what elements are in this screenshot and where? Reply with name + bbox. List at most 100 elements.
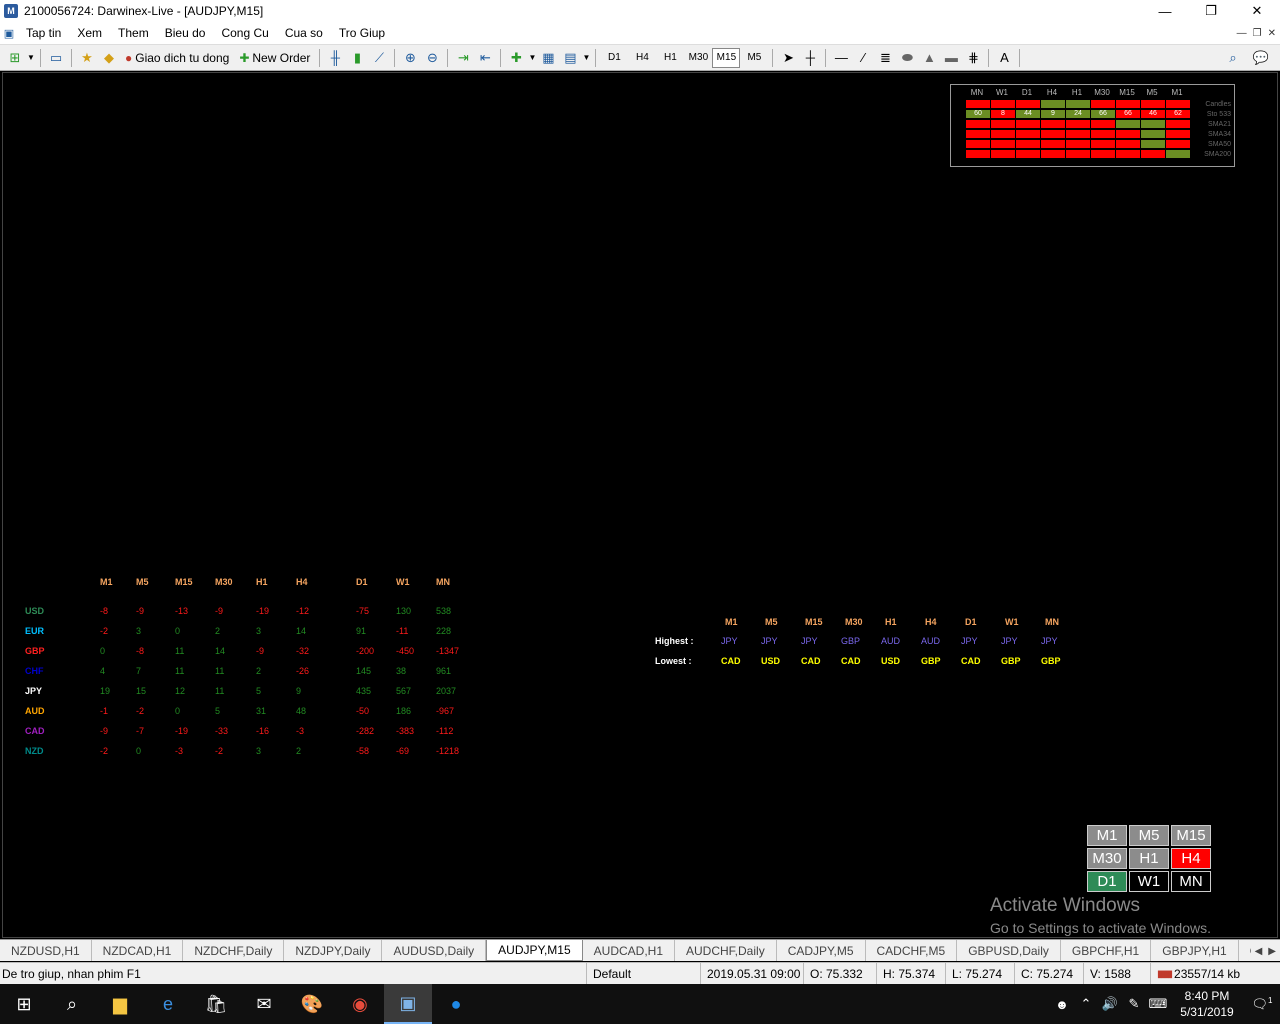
horizontal-line-icon[interactable]: — xyxy=(830,47,852,69)
dropdown-arrow-icon[interactable]: ▼ xyxy=(26,47,36,69)
tf-switch-h1[interactable]: H1 xyxy=(1129,848,1169,869)
tf-button-d1[interactable]: D1 xyxy=(600,48,628,68)
tf-switch-m30[interactable]: M30 xyxy=(1087,848,1127,869)
trendline-icon[interactable]: ⁄ xyxy=(852,47,874,69)
tf-button-m15[interactable]: M15 xyxy=(712,47,741,68)
tf-button-h1[interactable]: H1 xyxy=(656,48,684,68)
chart-window-icon[interactable]: ▣ xyxy=(0,22,18,44)
chart-tab[interactable]: GBPJPY,H1 xyxy=(1151,940,1239,961)
auto-trading-button[interactable]: ● Giao dich tu dong xyxy=(120,47,234,69)
start-icon[interactable]: ⊞ xyxy=(0,984,48,1024)
chart-tab[interactable]: CADCHF,M5 xyxy=(866,940,958,961)
dropdown-arrow-icon[interactable]: ▼ xyxy=(581,47,591,69)
tf-switch-mn[interactable]: MN xyxy=(1171,871,1211,892)
minimize-button[interactable]: — xyxy=(1142,0,1188,22)
file-explorer-icon[interactable]: ▆ xyxy=(96,984,144,1024)
tf-switch-w1[interactable]: W1 xyxy=(1129,871,1169,892)
indicators-icon[interactable]: ✚ xyxy=(505,47,527,69)
dropdown-arrow-icon[interactable]: ▼ xyxy=(527,47,537,69)
tf-button-h4[interactable]: H4 xyxy=(628,48,656,68)
market-watch-icon[interactable]: ★ xyxy=(76,47,98,69)
scroll-left-icon[interactable]: ◀ xyxy=(1255,946,1263,957)
chart-tab[interactable]: NZDCHF,Daily xyxy=(183,940,285,961)
status-traffic[interactable]: ▮▮▮▮ 23557/14 kb xyxy=(1150,963,1280,985)
chart-tab[interactable]: AUDUSD,Daily xyxy=(382,940,487,961)
periods-icon[interactable]: ▦ xyxy=(537,47,559,69)
chart-tab[interactable]: AUDCHF,Daily xyxy=(675,940,777,961)
crosshair-icon[interactable]: ┼ xyxy=(799,47,821,69)
chart-tab[interactable]: AUDCAD,H1 xyxy=(583,940,676,961)
templates-icon[interactable]: ▤ xyxy=(559,47,581,69)
volume-icon[interactable]: 🔊 xyxy=(1098,996,1122,1012)
chart-tab[interactable]: NZDCAD,H1 xyxy=(92,940,184,961)
tf-switch-m15[interactable]: M15 xyxy=(1171,825,1211,846)
navigator-icon[interactable]: ◆ xyxy=(98,47,120,69)
maximize-button[interactable]: ❐ xyxy=(1188,0,1234,22)
menu-help[interactable]: Tro Giup xyxy=(331,22,393,44)
store-icon[interactable]: 🛍 xyxy=(192,984,240,1024)
strength-header: W1 xyxy=(396,577,410,587)
chart-tab[interactable]: AUDJPY,M15 xyxy=(486,940,583,961)
candlestick-icon[interactable]: ▮ xyxy=(346,47,368,69)
rectangle-icon[interactable]: ▬ xyxy=(940,47,962,69)
chart-tab[interactable]: CADJPY,M5 xyxy=(777,940,866,961)
clock[interactable]: 8:40 PM 5/31/2019 xyxy=(1170,988,1244,1020)
fibonacci-icon[interactable]: ≣ xyxy=(874,47,896,69)
mdi-restore-icon[interactable]: ❐ xyxy=(1253,28,1262,39)
mdi-close-icon[interactable]: ✕ xyxy=(1268,28,1276,39)
auto-scroll-icon[interactable]: ⇥ xyxy=(452,47,474,69)
new-order-button[interactable]: ✚ New Order xyxy=(234,47,315,69)
zoom-in-icon[interactable]: ⊕ xyxy=(399,47,421,69)
menu-view[interactable]: Xem xyxy=(69,22,110,44)
chart-tab[interactable]: GBPUSD,Daily xyxy=(957,940,1061,961)
text-tool-icon[interactable]: A xyxy=(993,47,1015,69)
mdi-minimize-icon[interactable]: — xyxy=(1237,28,1247,39)
scroll-right-icon[interactable]: ▶ xyxy=(1268,946,1276,957)
tf-button-m30[interactable]: M30 xyxy=(684,48,712,68)
notification-icon[interactable]: 🗨1 xyxy=(1244,996,1280,1012)
status-profile[interactable]: Default xyxy=(586,963,698,985)
chat-icon[interactable]: 💬 xyxy=(1250,47,1272,69)
edge-icon[interactable]: e xyxy=(144,984,192,1024)
ellipse-icon[interactable]: ⬬ xyxy=(896,47,918,69)
pen-icon[interactable]: ✎ xyxy=(1122,996,1146,1012)
tf-button-m5[interactable]: M5 xyxy=(740,48,768,68)
elliott-icon[interactable]: ⋕ xyxy=(962,47,984,69)
profiles-icon[interactable]: ▭ xyxy=(45,47,67,69)
chart-tab[interactable]: NZDUSD,H1 xyxy=(0,940,92,961)
people-icon[interactable]: ☻ xyxy=(1050,997,1074,1012)
menu-tools[interactable]: Cong Cu xyxy=(213,22,276,44)
tf-switch-m1[interactable]: M1 xyxy=(1087,825,1127,846)
menu-insert[interactable]: Them xyxy=(110,22,157,44)
chart-shift-icon[interactable]: ⇤ xyxy=(474,47,496,69)
new-chart-icon[interactable]: ⊞ xyxy=(4,47,26,69)
close-button[interactable]: ✕ xyxy=(1234,0,1280,22)
strength-value: -69 xyxy=(396,746,410,756)
chart-tab[interactable]: NZDJPY,Daily xyxy=(284,940,383,961)
zoom-out-icon[interactable]: ⊖ xyxy=(421,47,443,69)
line-chart-icon[interactable]: ⟋ xyxy=(368,47,390,69)
menu-charts[interactable]: Bieu do xyxy=(157,22,214,44)
tf-switch-d1[interactable]: D1 xyxy=(1087,871,1127,892)
tf-switch-m5[interactable]: M5 xyxy=(1129,825,1169,846)
tray-chevron-icon[interactable]: ⌃ xyxy=(1074,996,1098,1012)
search-icon[interactable]: ⌕ xyxy=(1222,47,1244,69)
chrome-icon[interactable]: ◉ xyxy=(336,984,384,1024)
menu-window[interactable]: Cua so xyxy=(277,22,331,44)
matrix-cell xyxy=(1016,100,1040,108)
chart-tab[interactable]: GBPCHF,H1 xyxy=(1061,940,1152,961)
keyboard-icon[interactable]: ⌨ xyxy=(1146,996,1170,1012)
cursor-icon[interactable]: ➤ xyxy=(777,47,799,69)
mail-icon[interactable]: ✉ xyxy=(240,984,288,1024)
menu-file[interactable]: Tap tin xyxy=(18,22,69,44)
triangle-icon[interactable]: ▲ xyxy=(918,47,940,69)
bar-chart-icon[interactable]: ╫ xyxy=(324,47,346,69)
tf-switch-h4[interactable]: H4 xyxy=(1171,848,1211,869)
strength-value: 961 xyxy=(436,666,452,676)
zalo-icon[interactable]: ● xyxy=(432,984,480,1024)
paint-icon[interactable]: 🎨 xyxy=(288,984,336,1024)
chart-area[interactable]: MN W1 D1 H4 H1 M30 M15 M5 M1 Candles 60 8 44 9 24 66 66 4… xyxy=(2,72,1278,938)
matrix-cell xyxy=(1066,140,1090,148)
metatrader-icon[interactable]: ▣ xyxy=(384,984,432,1024)
search-icon[interactable]: ⌕ xyxy=(48,984,96,1024)
